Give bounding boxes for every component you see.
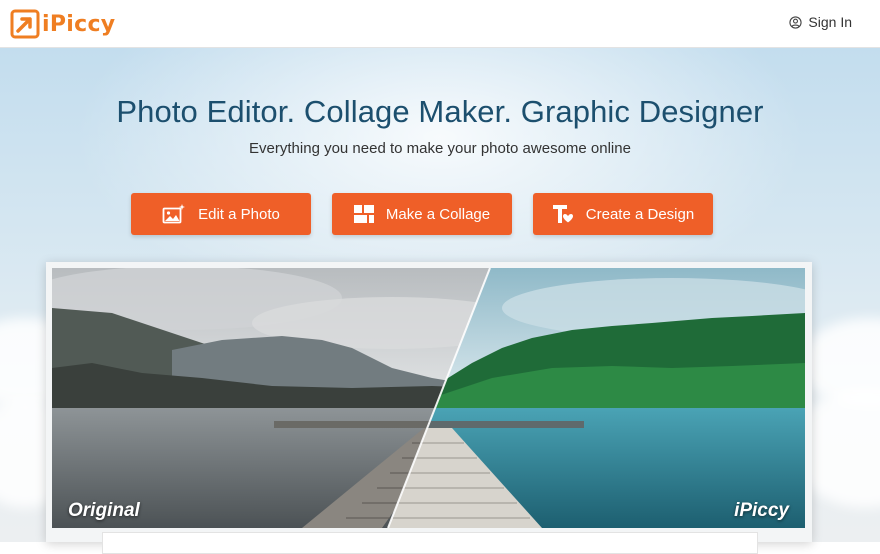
logo-text: iPiccy [42, 11, 116, 37]
original-label: Original [68, 500, 140, 521]
create-design-button[interactable]: Create a Design [533, 193, 713, 235]
logo-arrow-icon [10, 9, 40, 39]
edit-photo-label: Edit a Photo [198, 205, 280, 223]
top-bar: iPiccy Sign In [0, 0, 880, 48]
make-collage-label: Make a Collage [385, 205, 491, 223]
user-circle-icon [789, 15, 803, 29]
edit-photo-button[interactable]: Edit a Photo [131, 193, 311, 235]
photo-sparkle-icon [162, 204, 186, 224]
content-card-top-edge [102, 532, 758, 554]
create-design-label: Create a Design [585, 205, 695, 223]
sign-in-link[interactable]: Sign In [789, 14, 852, 30]
ipiccy-label: iPiccy [734, 500, 789, 521]
comparison-frame: Original iPiccy [46, 262, 812, 542]
sign-in-label: Sign In [808, 14, 852, 30]
page-headline: Photo Editor. Collage Maker. Graphic Des… [116, 94, 764, 129]
before-after-photo: Original iPiccy [52, 268, 805, 528]
ipiccy-logo[interactable]: iPiccy [10, 9, 115, 39]
collage-grid-icon [353, 205, 374, 223]
page-subheadline: Everything you need to make your photo a… [249, 140, 631, 157]
lake-dock-illustration [52, 268, 805, 528]
make-collage-button[interactable]: Make a Collage [332, 193, 512, 235]
text-design-icon [552, 205, 574, 224]
